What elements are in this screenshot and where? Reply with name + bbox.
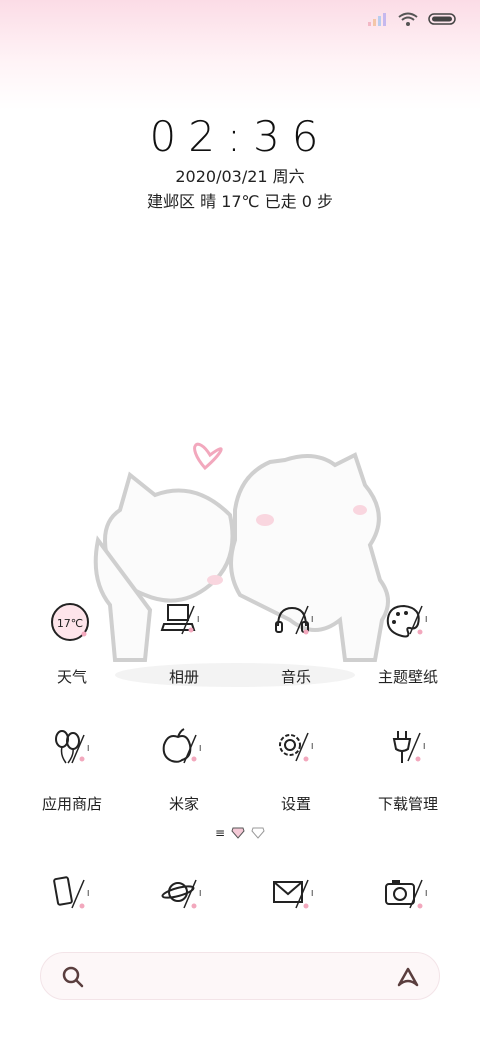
svg-text:I: I [311,742,313,751]
svg-text:I: I [87,889,89,898]
lockscreen-clock: 02:36 [149,112,331,161]
palette-icon: I [378,600,438,650]
app-label: 下载管理 [377,795,438,813]
app-label: 应用商店 [41,795,102,813]
app-store[interactable]: I 应用商店 [12,727,132,814]
apple-icon: I [154,727,214,777]
dock-camera[interactable]: I [348,874,468,924]
search-bar[interactable] [40,952,440,1000]
search-icon[interactable] [61,965,85,989]
app-label: 天气 [56,668,87,686]
dock-phone[interactable]: I [12,874,132,924]
svg-text:I: I [87,744,89,753]
page-indicator[interactable]: ≡ [0,826,480,840]
svg-text:I: I [425,615,427,624]
wifi-icon [398,12,418,26]
svg-text:I: I [311,615,313,624]
diamond-icon [251,827,265,839]
plug-icon: I [378,727,438,777]
menu-icon: ≡ [214,826,226,840]
envelope-icon: I [266,874,326,924]
app-weather[interactable]: 17℃ 天气 [12,600,132,687]
gear-icon: I [266,727,326,777]
assistant-icon[interactable] [395,965,421,989]
camera-icon: I [378,874,438,924]
planet-icon: I [154,874,214,924]
app-mijia[interactable]: I 米家 [124,727,244,814]
app-themes[interactable]: I 主题壁纸 [348,600,468,687]
app-gallery[interactable]: I 相册 [124,600,244,687]
headphones-icon: I [266,600,326,650]
weather-badge: 17℃ [57,617,83,630]
dock-browser[interactable]: I [124,874,244,924]
weather-steps-text: 建邺区 晴 17℃ 已走 0 步 [147,192,333,211]
app-label: 相册 [168,668,199,686]
phone-icon: I [42,874,102,924]
date-text: 2020/03/21 周六 [175,167,305,186]
battery-icon [428,13,456,25]
svg-text:I: I [199,744,201,753]
laptop-icon: I [154,600,214,650]
status-bar [368,12,456,26]
app-label: 音乐 [280,668,311,686]
app-label: 米家 [168,795,199,813]
svg-text:I: I [423,742,425,751]
app-music[interactable]: I 音乐 [236,600,356,687]
svg-text:I: I [199,889,201,898]
svg-text:I: I [425,889,427,898]
diamond-icon [231,827,245,839]
svg-text:I: I [311,889,313,898]
app-label: 设置 [280,795,311,813]
svg-text:I: I [197,615,199,624]
app-settings[interactable]: I 设置 [236,727,356,814]
app-label: 主题壁纸 [377,668,438,686]
weather-icon: 17℃ [42,600,102,650]
dock-messages[interactable]: I [236,874,356,924]
balloons-icon: I [42,727,102,777]
signal-icon [368,13,386,26]
app-downloads[interactable]: I 下载管理 [348,727,468,814]
